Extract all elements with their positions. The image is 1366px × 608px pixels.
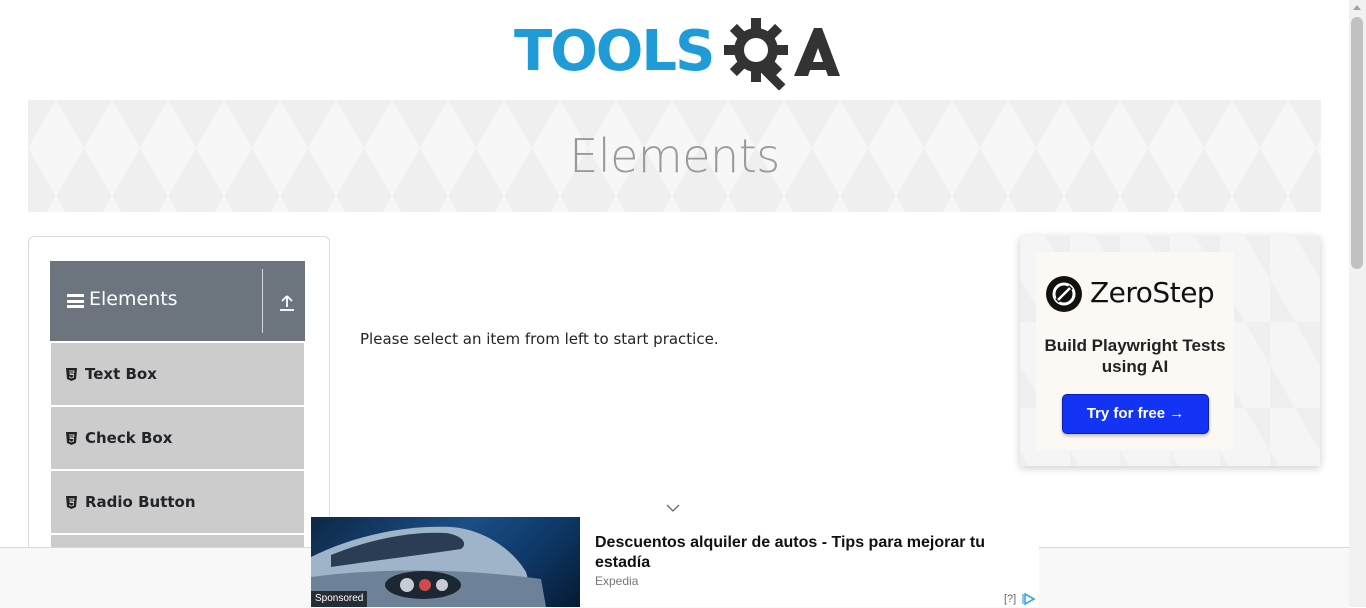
- sidebar-group-title: Elements: [89, 288, 178, 310]
- side-ad[interactable]: ZeroStep Build Playwright Tests using AI…: [1020, 236, 1320, 466]
- toolsqa-logo[interactable]: TOOLS: [514, 14, 840, 90]
- zerostep-ad-card[interactable]: ZeroStep Build Playwright Tests using AI…: [1036, 252, 1234, 450]
- logo-gear-q-icon: [724, 18, 840, 90]
- car-ad-image[interactable]: Sponsored: [311, 517, 580, 607]
- adchoices-icon[interactable]: [1022, 593, 1036, 605]
- scrollbar-thumb[interactable]: [1351, 17, 1363, 269]
- sidebar-item-partial[interactable]: [51, 535, 304, 547]
- collapse-upload-icon[interactable]: [278, 294, 296, 312]
- sidebar-item-check-box[interactable]: Check Box: [51, 407, 304, 469]
- html5-icon: [66, 431, 77, 445]
- sidebar-group-header[interactable]: Elements: [50, 261, 305, 341]
- sidebar-item-label: Check Box: [85, 428, 173, 447]
- scroll-up-icon[interactable]: [1353, 5, 1361, 10]
- zerostep-logo-icon: [1046, 276, 1082, 312]
- ad-source: Expedia: [595, 574, 639, 588]
- bottom-ad[interactable]: Sponsored Descuentos alquiler de autos -…: [311, 517, 1039, 607]
- logo-text: TOOLS: [514, 19, 715, 84]
- sidebar-item-label: Radio Button: [85, 492, 196, 511]
- ad-tagline: Build Playwright Tests using AI: [1044, 336, 1226, 376]
- ad-help-link[interactable]: [?]: [1004, 594, 1016, 605]
- html5-icon: [66, 495, 77, 509]
- sidebar-item-radio-button[interactable]: Radio Button: [51, 471, 304, 533]
- html5-icon: [66, 367, 77, 381]
- practice-message: Please select an item from left to start…: [360, 330, 719, 348]
- sponsored-label: Sponsored: [311, 591, 368, 607]
- chevron-down-icon[interactable]: [666, 504, 680, 513]
- page-banner: Elements: [28, 100, 1321, 212]
- hamburger-icon: [67, 294, 84, 308]
- try-for-free-button[interactable]: Try for free →: [1062, 394, 1209, 434]
- page-title: Elements: [569, 129, 780, 183]
- divider: [262, 269, 263, 333]
- ad-brand: ZeroStep: [1090, 276, 1215, 309]
- sidebar-item-text-box[interactable]: Text Box: [51, 343, 304, 405]
- sidebar-item-label: Text Box: [85, 364, 157, 383]
- ad-headline[interactable]: Descuentos alquiler de autos - Tips para…: [595, 533, 1005, 573]
